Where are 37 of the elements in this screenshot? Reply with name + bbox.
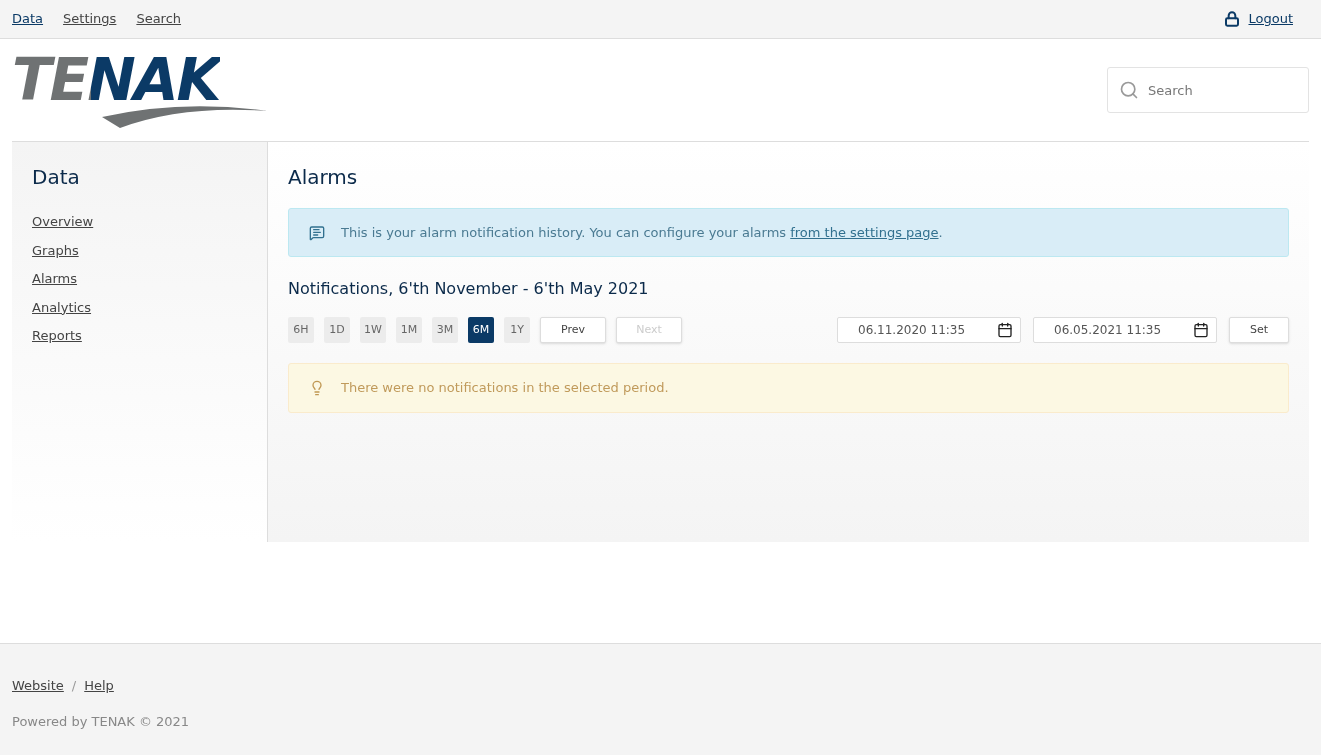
sidebar-link[interactable]: Analytics bbox=[32, 297, 92, 317]
date-field[interactable]: 06.05.2021 11:35 bbox=[1033, 317, 1217, 343]
footer-link[interactable]: Website bbox=[12, 676, 64, 696]
info-text: This is your alarm notification history. You can configure your alarms from the settings page. bbox=[341, 223, 943, 242]
range-button[interactable]: 3M bbox=[432, 317, 458, 343]
warning-text: There were no notifications in the selected period. bbox=[341, 379, 669, 398]
calendar-icon[interactable] bbox=[1193, 322, 1209, 338]
message-icon bbox=[309, 224, 325, 241]
sidebar-link[interactable]: Overview bbox=[32, 212, 94, 232]
sidebar-link[interactable]: Graphs bbox=[32, 240, 79, 260]
nav-link[interactable]: Settings bbox=[63, 9, 117, 29]
logout-link[interactable]: Logout bbox=[1248, 9, 1293, 29]
sidebar-title: Data bbox=[32, 164, 81, 191]
lock-icon bbox=[1224, 11, 1241, 27]
sidebar-link[interactable]: Reports bbox=[32, 326, 82, 346]
footer-link[interactable]: Help bbox=[84, 676, 114, 696]
calendar-icon[interactable] bbox=[997, 322, 1013, 338]
section-title: Notifications, 6'th November - 6'th May 2021 bbox=[288, 278, 650, 300]
range-button[interactable]: 1M bbox=[396, 317, 422, 343]
sidebar-link[interactable]: Alarms bbox=[32, 269, 78, 289]
nav-link[interactable]: Data bbox=[12, 9, 44, 29]
separator: / bbox=[71, 677, 77, 695]
set-button[interactable]: Set bbox=[1229, 317, 1289, 343]
range-button[interactable]: 1Y bbox=[504, 317, 530, 343]
range-button[interactable]: 6H bbox=[288, 317, 314, 343]
page-title: Alarms bbox=[288, 164, 359, 191]
settings-link[interactable]: from the settings page bbox=[790, 224, 939, 240]
range-button[interactable]: 1D bbox=[324, 317, 350, 343]
range-button[interactable]: 1W bbox=[360, 317, 386, 343]
search-icon bbox=[1119, 80, 1139, 100]
lightbulb-icon bbox=[309, 380, 325, 396]
prev-button[interactable]: Prev bbox=[540, 317, 606, 343]
nav-link[interactable]: Search bbox=[136, 9, 182, 29]
date-field[interactable]: 06.11.2020 11:35 bbox=[837, 317, 1021, 343]
search-field[interactable]: Search bbox=[1107, 67, 1309, 113]
copyright-text: Powered by TENAK © 2021 bbox=[12, 712, 191, 731]
range-button[interactable]: 6M bbox=[468, 317, 494, 343]
